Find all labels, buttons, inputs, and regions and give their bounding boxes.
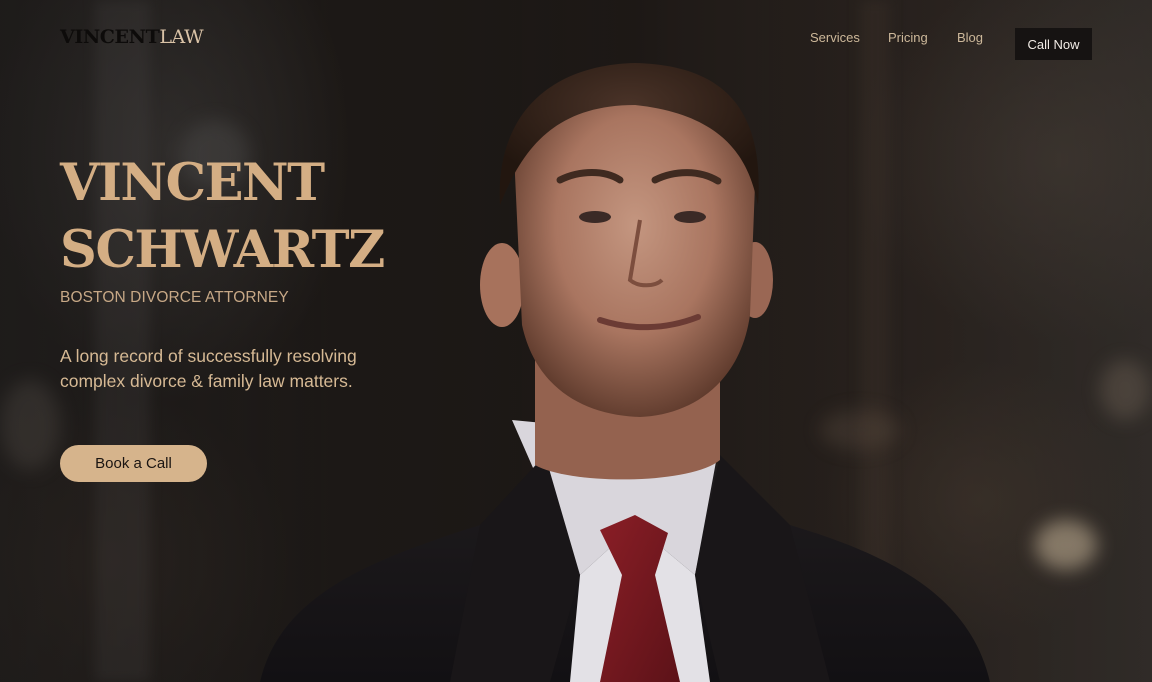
hero-description: A long record of successfully resolving …: [60, 346, 357, 391]
hero-name-line-1: VINCENT: [60, 153, 325, 213]
nav-link-blog[interactable]: Blog: [957, 30, 983, 46]
hero-subtitle: BOSTON DIVORCE ATTORNEY: [60, 289, 289, 306]
call-now-button[interactable]: Call Now: [1015, 28, 1092, 60]
brand-logo[interactable]: VINCENTLAW: [60, 25, 204, 49]
book-a-call-button[interactable]: Book a Call: [60, 445, 207, 482]
hero-content: VINCENT SCHWARTZ BOSTON DIVORCE ATTORNEY…: [60, 150, 480, 412]
hero-name: VINCENT SCHWARTZ: [60, 150, 480, 284]
nav-link-services[interactable]: Services: [810, 30, 860, 46]
logo-text-light: LAW: [159, 26, 204, 48]
nav-link-pricing[interactable]: Pricing: [888, 30, 928, 46]
hero-name-line-2: SCHWARTZ: [60, 220, 385, 280]
logo-text-strong: VINCENT: [60, 26, 160, 48]
top-navbar: VINCENTLAW Services Pricing Blog Call No…: [0, 0, 1152, 70]
